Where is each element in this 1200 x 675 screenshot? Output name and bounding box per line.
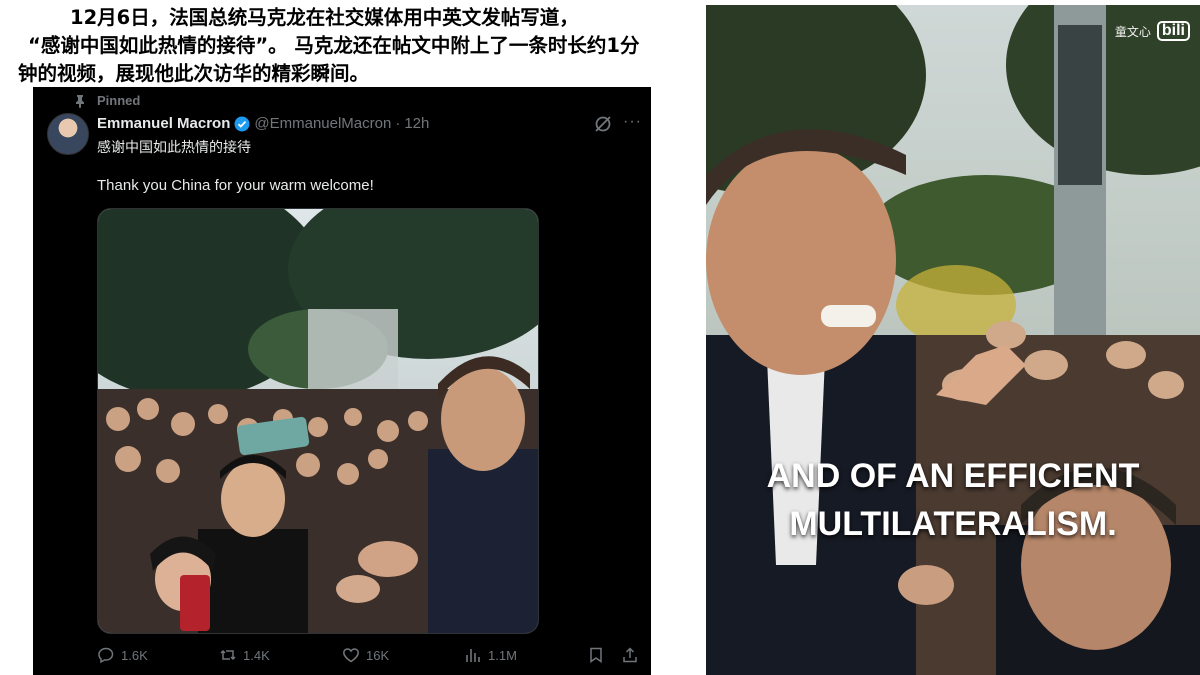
caption: 12月6日，法国总统马克龙在社交媒体用中英文发帖写道， “感谢中国如此热情的接待… — [18, 4, 658, 88]
video-frame[interactable]: 童文心 bili AND OF AN EFFICIENT MULTILATERA… — [706, 5, 1200, 675]
like-icon — [343, 648, 359, 663]
grok-icon[interactable] — [593, 114, 613, 134]
share-action[interactable] — [621, 646, 639, 664]
watermark-text: 童文心 — [1114, 24, 1151, 39]
video-watermark: 童文心 bili — [1115, 21, 1190, 41]
repost-action[interactable]: 1.4K — [219, 646, 270, 664]
crowd-photo-illustration — [98, 209, 538, 633]
caption-line-1: 12月6日，法国总统马克龙在社交媒体用中英文发帖写道， — [70, 6, 579, 29]
pinned-label: Pinned — [97, 93, 141, 108]
author-name[interactable]: Emmanuel Macron — [97, 115, 230, 132]
tweet-card: Pinned Emmanuel Macron @EmmanuelMacron ·… — [33, 87, 651, 675]
bilibili-logo: bili — [1156, 21, 1190, 41]
reply-count: 1.6K — [121, 647, 148, 663]
subtitle-line-1: AND OF AN EFFICIENT — [766, 457, 1140, 495]
tweet-text-zh: 感谢中国如此热情的接待 — [97, 139, 251, 155]
pinned-indicator: Pinned — [73, 93, 140, 108]
tweet-header: Emmanuel Macron @EmmanuelMacron · 12h — [97, 115, 429, 132]
more-icon[interactable]: ··· — [623, 113, 642, 131]
like-count: 16K — [366, 647, 390, 663]
caption-line-2: “感谢中国如此热情的接待”。 马克龙还在帖文中附上了一条时长约1分钟的视频，展现… — [18, 34, 640, 85]
pin-icon — [76, 94, 84, 108]
author-handle[interactable]: @EmmanuelMacron — [254, 115, 391, 132]
like-action[interactable]: 16K — [342, 646, 389, 664]
repost-icon — [220, 649, 236, 661]
views-action[interactable]: 1.1M — [464, 646, 517, 664]
video-scene-illustration — [706, 5, 1200, 675]
tweet-media-photo[interactable] — [97, 208, 539, 634]
tweet-time[interactable]: 12h — [404, 115, 429, 132]
avatar[interactable] — [47, 113, 89, 155]
subtitle-line-2: MULTILATERALISM. — [789, 505, 1117, 543]
repost-count: 1.4K — [243, 647, 270, 663]
tweet-action-bar: 1.6K 1.4K 16K 1.1M — [97, 646, 643, 666]
reply-action[interactable]: 1.6K — [97, 646, 148, 664]
reply-icon — [98, 647, 114, 664]
bookmark-action[interactable] — [587, 646, 605, 664]
tweet-text-en: Thank you China for your warm welcome! — [97, 177, 374, 194]
views-icon — [466, 649, 480, 662]
verified-icon — [234, 116, 250, 131]
bookmark-icon — [590, 647, 602, 663]
views-count: 1.1M — [488, 647, 517, 663]
share-icon — [623, 647, 637, 663]
header-separator: · — [395, 115, 401, 132]
